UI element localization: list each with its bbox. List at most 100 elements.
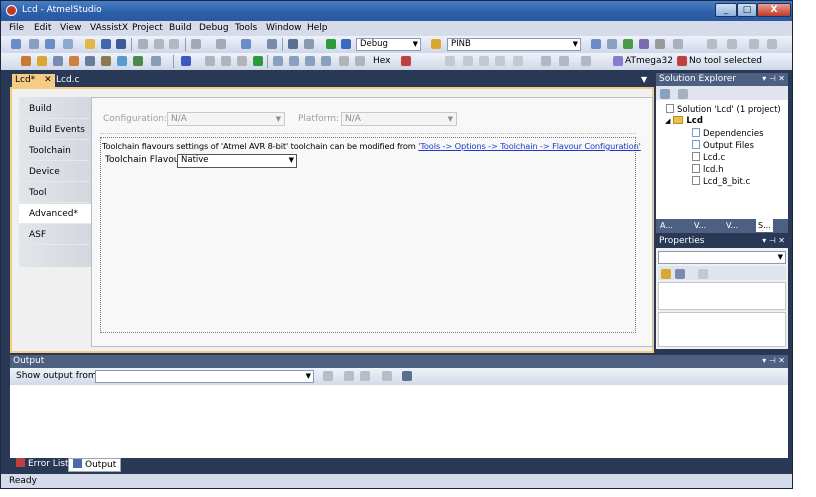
processor-icon[interactable] (101, 56, 111, 66)
project-node[interactable]: ◢ Lcd (665, 116, 703, 126)
bookmark-icon[interactable] (445, 56, 455, 66)
menu-project[interactable]: Project (132, 23, 163, 33)
menu-debug[interactable]: Debug (199, 23, 229, 33)
tool-icon[interactable] (677, 56, 687, 66)
layout-icon[interactable] (749, 39, 759, 49)
continue-icon[interactable] (181, 56, 191, 66)
chip-icon[interactable] (21, 56, 31, 66)
menu-tools[interactable]: Tools (235, 23, 257, 33)
categorized-icon[interactable] (661, 269, 671, 279)
device-icon[interactable] (613, 56, 623, 66)
chevron-down-icon[interactable]: ▼ (641, 75, 647, 84)
memory-window-icon[interactable] (541, 56, 551, 66)
sidetab-toolchain[interactable]: Toolchain (19, 141, 89, 161)
word-wrap-icon[interactable] (402, 371, 412, 381)
show-next-statement-icon[interactable] (321, 56, 331, 66)
tree-output-files[interactable]: Output Files (692, 140, 754, 151)
properties-icon[interactable] (660, 89, 670, 99)
bookmark-prev-icon[interactable] (463, 56, 473, 66)
tool-selector[interactable]: No tool selected (689, 56, 762, 66)
layout-icon[interactable] (727, 39, 737, 49)
previous-message-icon[interactable] (344, 371, 354, 381)
save-all-icon[interactable] (116, 39, 126, 49)
pane-controls[interactable]: ▾ ⊣ ✕ (762, 235, 785, 247)
sidetab-advanced[interactable]: Advanced* (19, 204, 93, 224)
tab-lcd-c[interactable]: Lcd.c (53, 74, 82, 87)
watch-icon[interactable] (117, 56, 127, 66)
add-item-icon[interactable] (29, 39, 39, 49)
paste-icon[interactable] (169, 39, 179, 49)
next-message-icon[interactable] (360, 371, 370, 381)
register-icon[interactable] (85, 56, 95, 66)
sidetab-asf[interactable]: ASF (19, 225, 89, 245)
property-pages-icon[interactable] (698, 269, 708, 279)
find-in-files-icon[interactable] (431, 39, 441, 49)
start-without-debugging-icon[interactable] (341, 39, 351, 49)
build-icon[interactable] (288, 39, 298, 49)
flavour-select[interactable]: Native ▼ (177, 154, 297, 168)
pane-controls[interactable]: ▾ ⊣ ✕ (762, 355, 785, 367)
breakpoints-window-icon[interactable] (401, 56, 411, 66)
memory-icon[interactable] (53, 56, 63, 66)
call-stack-icon[interactable] (355, 56, 365, 66)
step-out-icon[interactable] (305, 56, 315, 66)
menu-vassistx[interactable]: VAssistX (90, 23, 128, 33)
redo-icon[interactable] (216, 39, 226, 49)
start-page-icon[interactable] (655, 39, 665, 49)
tab-vassist[interactable]: V... (694, 219, 706, 232)
find-icon[interactable] (267, 39, 277, 49)
disassembly-icon[interactable] (133, 56, 143, 66)
threads-icon[interactable] (339, 56, 349, 66)
extension-manager-icon[interactable] (673, 39, 683, 49)
stop-debugging-icon[interactable] (221, 56, 231, 66)
properties-object-select[interactable]: ▼ (658, 251, 786, 264)
save-icon[interactable] (101, 39, 111, 49)
tab-output[interactable]: Output (68, 458, 122, 472)
menu-file[interactable]: File (9, 23, 24, 33)
step-over-icon[interactable] (289, 56, 299, 66)
solution-explorer-icon[interactable] (591, 39, 601, 49)
refresh-icon[interactable] (678, 89, 688, 99)
menu-build[interactable]: Build (169, 23, 192, 33)
object-browser-icon[interactable] (639, 39, 649, 49)
tab-error-list[interactable]: Error List (12, 458, 73, 472)
device-programming-icon[interactable] (559, 56, 569, 66)
configuration-combo[interactable]: Debug ▼ (356, 38, 421, 51)
properties-icon[interactable] (607, 39, 617, 49)
undo-icon[interactable] (191, 39, 201, 49)
maximize-button[interactable]: □ (737, 3, 757, 17)
clear-all-icon[interactable] (382, 371, 392, 381)
chip-select-icon[interactable] (581, 56, 591, 66)
layout-icon[interactable] (767, 39, 777, 49)
tree-file[interactable]: lcd.h (692, 164, 724, 175)
alphabetical-icon[interactable] (675, 269, 685, 279)
toolbox-icon[interactable] (623, 39, 633, 49)
tab-vassist-2[interactable]: V... (726, 219, 738, 232)
tree-file[interactable]: Lcd.c (692, 152, 725, 163)
tab-lcd-project[interactable]: Lcd* ✕ (12, 74, 55, 87)
sidetab-device[interactable]: Device (19, 162, 89, 182)
run-to-cursor-icon[interactable] (253, 56, 263, 66)
navigate-backward-icon[interactable] (241, 39, 251, 49)
menu-view[interactable]: View (60, 23, 81, 33)
build-solution-icon[interactable] (304, 39, 314, 49)
sidetab-tool[interactable]: Tool (19, 183, 89, 203)
menu-edit[interactable]: Edit (34, 23, 51, 33)
step-into-icon[interactable] (273, 56, 283, 66)
menu-help[interactable]: Help (307, 23, 328, 33)
comment-icon[interactable] (513, 56, 523, 66)
close-button[interactable]: X (757, 3, 791, 17)
sidetab-build[interactable]: Build (19, 99, 89, 119)
output-source-select[interactable]: ▼ (95, 370, 314, 383)
add-new-icon[interactable] (63, 39, 73, 49)
pause-icon[interactable] (205, 56, 215, 66)
tree-file[interactable]: Lcd_8_bit.c (692, 176, 750, 187)
find-combo[interactable]: PINB ▼ (447, 38, 581, 51)
find-message-icon[interactable] (323, 371, 333, 381)
program-icon[interactable] (37, 56, 47, 66)
reset-icon[interactable] (237, 56, 247, 66)
device-selector[interactable]: ATmega32 (625, 56, 673, 66)
io-view-icon[interactable] (69, 56, 79, 66)
close-icon[interactable]: ✕ (44, 75, 52, 85)
copy-icon[interactable] (154, 39, 164, 49)
